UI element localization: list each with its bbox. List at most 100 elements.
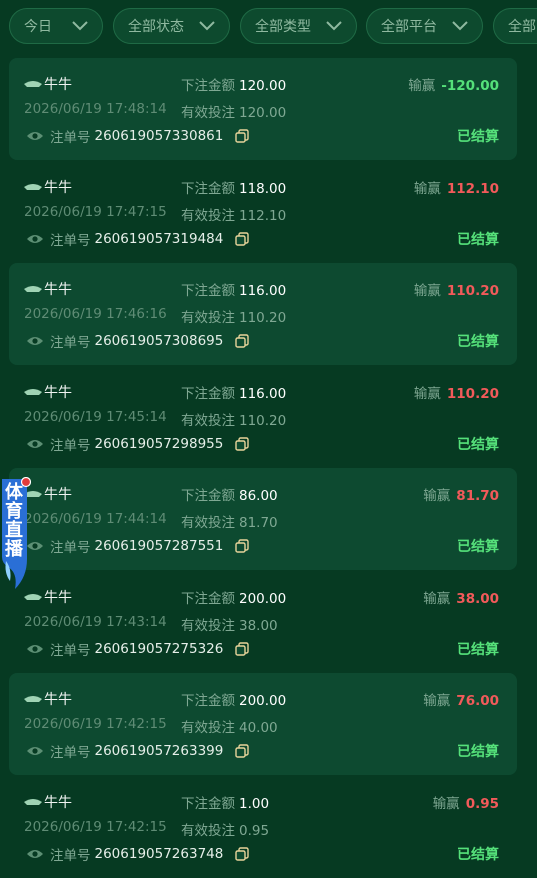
copy-icon[interactable] <box>235 744 250 758</box>
valid-bet-value: 110.20 <box>239 310 287 326</box>
bet-time: 2026/06/19 17:45:14 <box>24 408 167 425</box>
bet-time: 2026/06/19 17:48:14 <box>24 101 167 117</box>
game-name-text: 牛牛 <box>44 179 72 196</box>
order-no-label: 注单号 <box>50 745 91 761</box>
game-name: 牛牛 <box>24 279 72 299</box>
chevron-down-icon <box>452 21 468 31</box>
copy-icon[interactable] <box>235 846 250 861</box>
valid-bet-value: 38.00 <box>239 617 278 634</box>
bet-amount-value: 116.00 <box>239 283 287 299</box>
order-no-value: 260619057319484 <box>94 230 224 247</box>
game-name-text: 牛牛 <box>44 794 72 811</box>
valid-bet-value: 120.00 <box>239 105 287 121</box>
win-loss-value: 38.00 <box>456 590 499 607</box>
filter-type[interactable]: 全部类型 <box>240 8 357 44</box>
valid-bet-label: 有效投注 <box>181 822 235 839</box>
eye-icon[interactable] <box>26 130 44 142</box>
valid-bet-value: 40.00 <box>239 720 278 736</box>
win-loss-label: 输赢 <box>423 488 451 504</box>
bet-record-card[interactable]: 牛牛 下注金额 116.00 输赢 110.20 2026/06/19 17:46:… <box>9 263 517 365</box>
status-badge: 已结算 <box>457 846 499 863</box>
game-name: 牛牛 <box>24 689 72 709</box>
status-badge: 已结算 <box>457 744 499 760</box>
game-name: 牛牛 <box>24 74 72 94</box>
bet-amount-label: 下注金额 <box>181 78 235 94</box>
chevron-down-icon <box>326 21 342 31</box>
copy-icon[interactable] <box>235 334 250 348</box>
copy-icon[interactable] <box>235 641 250 656</box>
bet-amount-value: 200.00 <box>239 693 287 709</box>
order-no-label: 注单号 <box>50 642 91 659</box>
bet-record-card[interactable]: 牛牛 下注金额 200.00 输赢 76.00 2026/06/19 17:42:1… <box>9 673 517 775</box>
eye-icon[interactable] <box>26 848 44 860</box>
bet-amount-label: 下注金额 <box>181 488 235 504</box>
win-loss-label: 输赢 <box>408 78 436 94</box>
valid-bet-value: 81.70 <box>239 515 278 531</box>
copy-icon[interactable] <box>235 436 250 451</box>
copy-icon[interactable] <box>235 539 250 553</box>
bet-record-card[interactable]: 牛牛 下注金额 86.00 输赢 81.70 2026/06/19 17:44:14… <box>9 468 517 570</box>
order-no-label: 注单号 <box>50 437 91 454</box>
win-loss-value: 76.00 <box>456 693 499 709</box>
game-logo-icon <box>24 388 42 395</box>
filter-bar: 今日 全部状态 全部类型 全部平台 全部 <box>0 0 537 52</box>
game-name-text: 牛牛 <box>44 77 72 93</box>
game-name-text: 牛牛 <box>44 384 72 401</box>
win-loss-label: 输赢 <box>432 795 460 812</box>
game-logo-icon <box>24 593 42 600</box>
filter-status[interactable]: 全部状态 <box>113 8 230 44</box>
bet-amount-label: 下注金额 <box>181 795 235 812</box>
bet-time: 2026/06/19 17:44:14 <box>24 511 167 527</box>
valid-bet-label: 有效投注 <box>181 515 235 531</box>
eye-icon[interactable] <box>26 643 44 655</box>
bet-amount-value: 120.00 <box>239 78 287 94</box>
order-no-value: 260619057298955 <box>94 435 224 452</box>
eye-icon[interactable] <box>26 745 44 757</box>
status-badge: 已结算 <box>457 129 499 145</box>
eye-icon[interactable] <box>26 438 44 450</box>
order-no-label: 注单号 <box>50 540 91 556</box>
bet-time: 2026/06/19 17:42:15 <box>24 716 167 732</box>
filter-platform-label: 全部平台 <box>381 19 437 35</box>
valid-bet-label: 有效投注 <box>181 412 235 429</box>
valid-bet-label: 有效投注 <box>181 617 235 634</box>
bet-amount-label: 下注金额 <box>181 693 235 709</box>
bet-amount-value: 200.00 <box>239 590 287 607</box>
filter-more-label: 全部 <box>508 19 536 35</box>
bet-record-card[interactable]: 牛牛 下注金额 200.00 输赢 38.00 2026/06/19 17:43:1… <box>9 571 517 673</box>
valid-bet-label: 有效投注 <box>181 310 235 326</box>
copy-icon[interactable] <box>235 129 250 143</box>
order-no-value: 260619057287551 <box>94 538 224 554</box>
game-logo-icon <box>24 81 42 87</box>
win-loss-label: 输赢 <box>413 283 441 299</box>
bet-record-card[interactable]: 牛牛 下注金额 118.00 输赢 112.10 2026/06/19 17:47:… <box>9 161 517 263</box>
bet-amount-label: 下注金额 <box>181 590 235 607</box>
bet-amount-value: 86.00 <box>239 488 278 504</box>
game-name-text: 牛牛 <box>44 589 72 606</box>
game-name: 牛牛 <box>24 382 72 402</box>
order-no-value: 260619057263399 <box>94 743 224 759</box>
copy-icon[interactable] <box>235 231 250 246</box>
eye-icon[interactable] <box>26 335 44 347</box>
bet-amount-value: 1.00 <box>239 795 270 812</box>
win-loss-value: 0.95 <box>465 795 499 812</box>
bet-amount-label: 下注金额 <box>181 283 235 299</box>
win-loss-value: -120.00 <box>441 78 499 94</box>
bet-record-card[interactable]: 牛牛 下注金额 120.00 输赢 -120.00 2026/06/19 17:48… <box>9 58 517 160</box>
filter-date[interactable]: 今日 <box>9 8 103 44</box>
valid-bet-value: 112.10 <box>239 207 287 224</box>
game-name: 牛牛 <box>24 484 72 504</box>
bet-time: 2026/06/19 17:47:15 <box>24 203 167 220</box>
order-no-label: 注单号 <box>50 335 91 351</box>
bet-amount-label: 下注金额 <box>181 180 235 197</box>
bet-record-card[interactable]: 牛牛 下注金额 1.00 输赢 0.95 2026/06/19 17:42:15 有… <box>9 776 517 878</box>
filter-platform[interactable]: 全部平台 <box>366 8 483 44</box>
game-logo-icon <box>24 798 42 805</box>
bet-time: 2026/06/19 17:43:14 <box>24 613 167 630</box>
eye-icon[interactable] <box>26 233 44 245</box>
filter-more[interactable]: 全部 <box>493 8 537 44</box>
status-badge: 已结算 <box>457 641 499 658</box>
live-sports-floating-button[interactable]: 体育直播 <box>0 476 32 592</box>
bet-record-card[interactable]: 牛牛 下注金额 116.00 输赢 110.20 2026/06/19 17:45:… <box>9 366 517 468</box>
valid-bet-label: 有效投注 <box>181 720 235 736</box>
